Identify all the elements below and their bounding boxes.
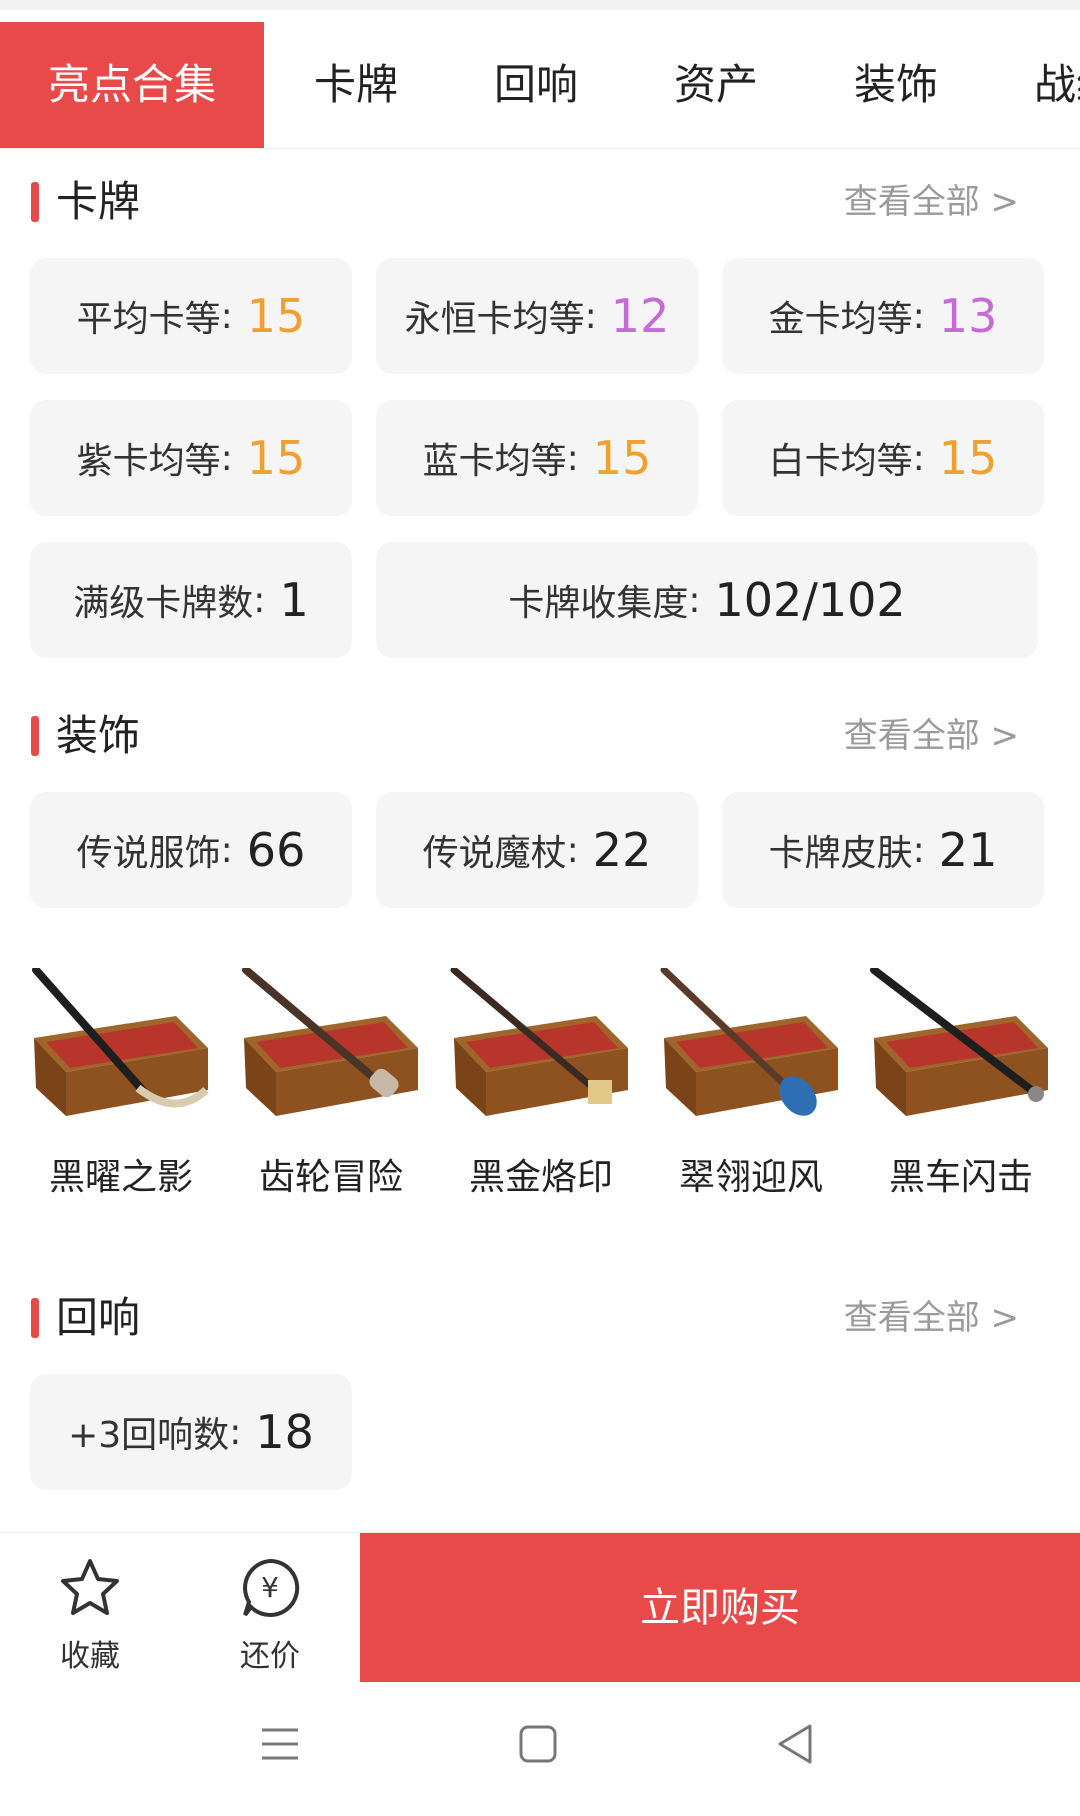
- section-marker: [31, 182, 39, 222]
- favorite-label: 收藏: [60, 1639, 120, 1674]
- tab-bar: 亮点合集 卡牌 回响 资产 装饰 战绩: [0, 22, 1080, 149]
- echo-section-header: 回响 查看全部 >: [0, 1288, 1080, 1348]
- stat-value: 15: [592, 431, 652, 485]
- view-all-decor-link[interactable]: 查看全部 >: [844, 706, 1019, 766]
- tab-decor[interactable]: 装饰: [854, 22, 938, 148]
- wand-name: 齿轮冒险: [258, 1157, 403, 1198]
- section-title-decor: 装饰: [56, 711, 141, 760]
- stat-avg-card-level: 平均卡等: 15: [30, 258, 352, 374]
- star-icon: [61, 1559, 119, 1615]
- stat-label: 蓝卡均等: [422, 441, 567, 482]
- decor-section-header: 装饰 查看全部 >: [0, 706, 1080, 766]
- wand-box-icon: [32, 968, 209, 1116]
- stat-label: 金卡均等: [768, 299, 913, 340]
- stat-label: 永恒卡均等: [404, 299, 585, 340]
- stat-value: 13: [938, 289, 998, 343]
- stat-label: +3回响数: [68, 1415, 230, 1456]
- tab-cards[interactable]: 卡牌: [314, 22, 398, 148]
- wand-name: 翠翎迎风: [678, 1157, 823, 1198]
- wand-item[interactable]: 齿轮冒险: [236, 968, 426, 1228]
- stat-label: 平均卡等: [76, 299, 221, 340]
- stat-value: 18: [255, 1405, 314, 1459]
- wand-name: 黑曜之影: [48, 1157, 193, 1198]
- stat-gold-card-level: 金卡均等: 13: [722, 258, 1044, 374]
- stat-label: 紫卡均等: [76, 441, 221, 482]
- stat-eternal-card-level: 永恒卡均等: 12: [376, 258, 698, 374]
- bargain-label: 还价: [240, 1639, 300, 1674]
- section-marker: [31, 1298, 39, 1338]
- stat-value: 102/102: [714, 573, 906, 627]
- view-all-cards-link[interactable]: 查看全部 >: [844, 172, 1019, 232]
- stat-blue-card-level: 蓝卡均等: 15: [376, 400, 698, 516]
- stat-legendary-outfits: 传说服饰: 66: [30, 792, 352, 908]
- bottom-action-bar: 收藏 ¥ 还价 立即购买: [0, 1532, 1080, 1683]
- stat-white-card-level: 白卡均等: 15: [722, 400, 1044, 516]
- stat-legendary-wands: 传说魔杖: 22: [376, 792, 698, 908]
- buy-now-button[interactable]: 立即购买: [360, 1533, 1080, 1683]
- cards-section-header: 卡牌 查看全部 >: [0, 172, 1080, 232]
- section-marker: [31, 716, 39, 756]
- wand-item[interactable]: 黑车闪击: [866, 968, 1056, 1228]
- home-icon[interactable]: [516, 1722, 560, 1766]
- tab-highlights[interactable]: 亮点合集: [0, 22, 264, 148]
- wand-box-icon: [660, 968, 838, 1116]
- bargain-button[interactable]: ¥ 还价: [205, 1533, 335, 1683]
- menu-icon[interactable]: [258, 1722, 302, 1766]
- wand-box-icon: [242, 968, 418, 1116]
- wand-item[interactable]: 黑金烙印: [446, 968, 636, 1228]
- wand-name: 黑金烙印: [468, 1157, 613, 1198]
- stat-value: 1: [279, 573, 309, 627]
- yuan-bubble-icon: ¥: [243, 1558, 300, 1617]
- tab-assets[interactable]: 资产: [674, 22, 758, 148]
- stat-value: 15: [938, 431, 998, 485]
- stat-label: 传说服饰: [76, 833, 221, 874]
- svg-text:¥: ¥: [261, 1571, 279, 1604]
- system-nav-bar: [0, 1682, 1080, 1816]
- back-icon[interactable]: [774, 1722, 818, 1766]
- stat-value: 22: [592, 823, 652, 877]
- wand-name: 黑车闪击: [888, 1157, 1033, 1198]
- stat-purple-card-level: 紫卡均等: 15: [30, 400, 352, 516]
- stat-value: 12: [610, 289, 670, 343]
- stat-value: 21: [938, 823, 998, 877]
- stat-max-level-cards: 满级卡牌数: 1: [30, 542, 352, 658]
- stat-value: 66: [246, 823, 306, 877]
- stat-echo-count: +3回响数: 18: [30, 1374, 352, 1490]
- view-all-echo-link[interactable]: 查看全部 >: [844, 1288, 1019, 1348]
- top-strip: [0, 0, 1080, 10]
- stat-label: 卡牌皮肤: [768, 833, 913, 874]
- section-title-cards: 卡牌: [56, 177, 141, 226]
- wand-box-icon: [450, 968, 628, 1116]
- section-title-echo: 回响: [56, 1293, 141, 1342]
- stat-value: 15: [246, 431, 306, 485]
- wand-item[interactable]: 翠翎迎风: [656, 968, 846, 1228]
- stat-label: 传说魔杖: [422, 833, 567, 874]
- tab-echo[interactable]: 回响: [494, 22, 578, 148]
- stat-value: 15: [246, 289, 306, 343]
- stat-card-skins: 卡牌皮肤: 21: [722, 792, 1044, 908]
- stat-label: 白卡均等: [768, 441, 913, 482]
- stat-label: 满级卡牌数: [73, 583, 254, 624]
- wand-box-icon: [870, 968, 1048, 1116]
- wand-item[interactable]: 黑曜之影: [26, 968, 216, 1228]
- stat-label: 卡牌收集度: [508, 583, 689, 624]
- favorite-button[interactable]: 收藏: [25, 1533, 155, 1683]
- tab-record[interactable]: 战绩: [1034, 22, 1080, 148]
- stat-card-collection: 卡牌收集度: 102/102: [376, 542, 1038, 658]
